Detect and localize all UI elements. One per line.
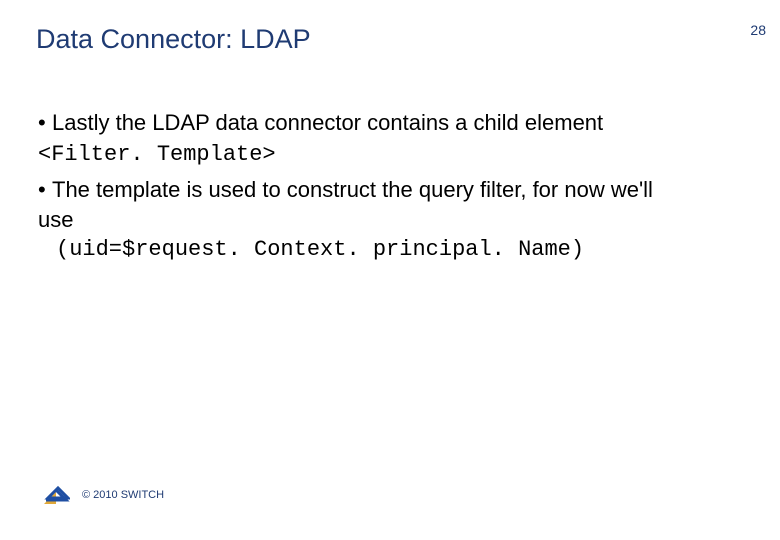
bullet-marker-icon: • [38, 108, 52, 138]
page-number: 28 [750, 22, 766, 38]
bullet-lead: Lastly the LDAP data connector contains … [52, 110, 603, 135]
bullet-code-line: (uid=$request. Context. principal. Name) [38, 235, 688, 265]
bullet-text: The template is used to construct the qu… [38, 177, 653, 232]
bullet-text: Lastly the LDAP data connector contains … [38, 110, 603, 165]
slide: Data Connector: LDAP 28 •Lastly the LDAP… [0, 0, 780, 540]
bullet-item: •Lastly the LDAP data connector contains… [38, 108, 688, 169]
slide-content: •Lastly the LDAP data connector contains… [38, 108, 688, 270]
bullet-lead: The template is used to construct the qu… [38, 177, 653, 232]
switch-logo-icon [42, 484, 70, 506]
bullet-code: <Filter. Template> [38, 142, 276, 167]
slide-footer: © 2010 SWITCH [42, 484, 164, 506]
copyright-text: © 2010 SWITCH [82, 489, 164, 501]
bullet-marker-icon: • [38, 175, 52, 205]
slide-title: Data Connector: LDAP [36, 24, 311, 55]
bullet-item: •The template is used to construct the q… [38, 175, 688, 264]
